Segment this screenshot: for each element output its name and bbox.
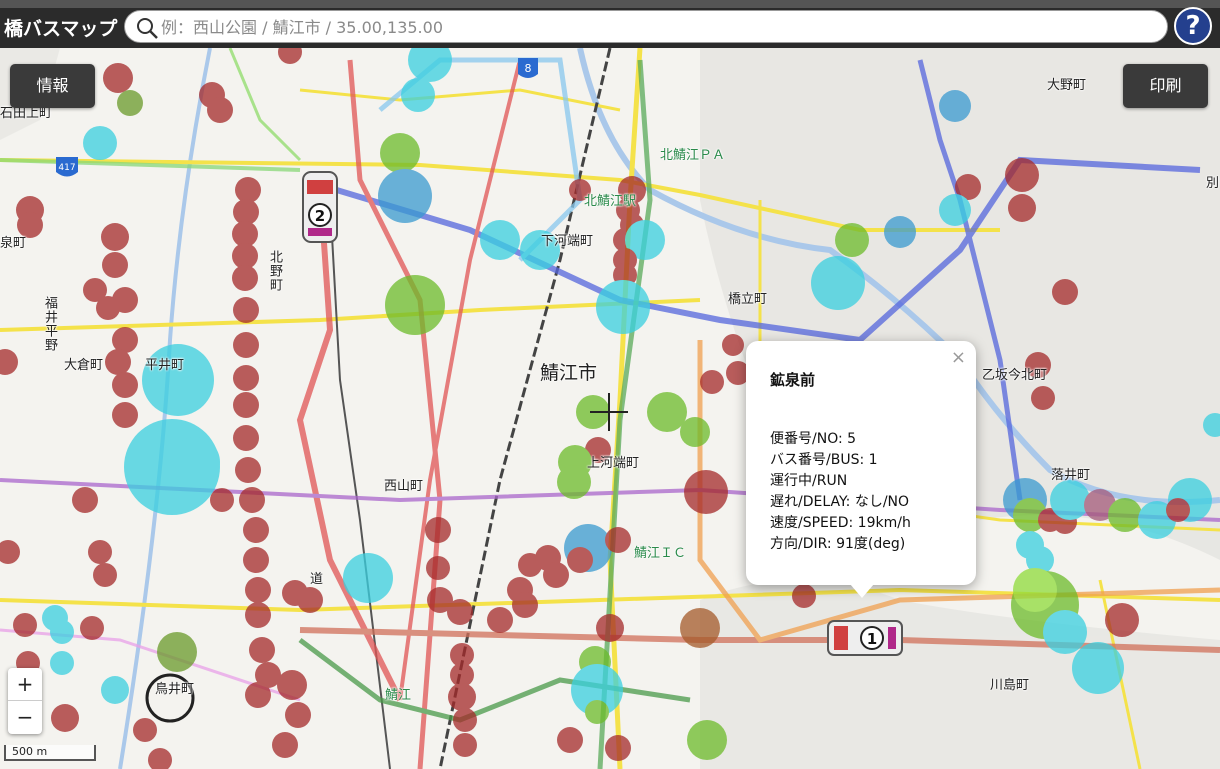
search-box[interactable]: [124, 10, 1168, 43]
popup-line-bus: バス番号/BUS: 1: [770, 452, 878, 468]
scale-bar: 500 m: [4, 745, 96, 761]
bus-marker-1-number: 1: [867, 630, 877, 648]
popup-details: 便番号/NO: 5 バス番号/BUS: 1 運行中/RUN 遅れ/DELAY: …: [770, 429, 911, 555]
popup-line-dir: 方向/DIR: 91度(deg): [770, 536, 906, 552]
label-fukui-hirano: 福井平野: [42, 296, 57, 352]
label-nishiyama: 西山町: [384, 479, 424, 494]
label-betsu: 別: [1206, 176, 1220, 191]
popup-line-run: 運行中/RUN: [770, 473, 848, 489]
app-title: 橋バスマップ: [4, 18, 118, 40]
label-kawashima: 川島町: [990, 678, 1030, 693]
popup-line-no: 便番号/NO: 5: [770, 431, 857, 447]
label-sabae-ic: 鯖江ＩＣ: [634, 546, 687, 561]
label-kitano: 北野町: [267, 250, 282, 292]
label-michi: 道: [310, 572, 324, 587]
label-ohno: 大野町: [1047, 78, 1087, 93]
label-kitasabae-station: 北鯖江駅: [584, 194, 637, 209]
popup-line-delay: 遅れ/DELAY: なし/NO: [770, 494, 910, 510]
search-icon: [137, 18, 158, 39]
label-otsusaka: 乙坂今北町: [982, 368, 1048, 383]
bus-stop-popup: × 鉱泉前 便番号/NO: 5 バス番号/BUS: 1 運行中/RUN 遅れ/D…: [746, 341, 976, 598]
route-8-label: 8: [525, 62, 532, 75]
label-hirai: 平井町: [145, 358, 185, 373]
route-417-label: 417: [58, 163, 75, 173]
bus-marker-2-number: 2: [315, 207, 325, 225]
map-canvas[interactable]: 2 1 8 417 石田上町 大野町 北鯖江ＰＡ 北鯖江駅 下河端町 泉町 北野…: [0, 48, 1220, 769]
label-izumi: 泉町: [0, 236, 27, 251]
label-shimokawabata: 下河端町: [541, 234, 594, 249]
label-okura: 大倉町: [64, 358, 104, 373]
popup-line-speed: 速度/SPEED: 19km/h: [770, 515, 911, 531]
zoom-in-button[interactable]: +: [8, 668, 42, 701]
label-kitasabae-pa: 北鯖江ＰＡ: [660, 148, 726, 163]
popup-title: 鉱泉前: [770, 371, 816, 389]
zoom-out-button[interactable]: −: [8, 701, 42, 733]
print-button[interactable]: 印刷: [1123, 64, 1208, 108]
label-kamikawabata: 上河端町: [587, 456, 640, 471]
map-layer: 2 1 8 417: [0, 48, 1220, 769]
bus-marker-1[interactable]: [827, 620, 903, 656]
top-bar: 橋バスマップ ?: [0, 0, 1220, 48]
popup-close-button[interactable]: ×: [951, 347, 966, 368]
info-button[interactable]: 情報: [10, 64, 95, 108]
label-tachimachi: 橋立町: [728, 292, 768, 307]
search-input[interactable]: [159, 14, 1153, 41]
label-sabae-city: 鯖江市: [540, 362, 598, 384]
label-sabae-station: 鯖江: [385, 688, 412, 703]
zoom-control: + −: [8, 668, 42, 734]
label-ochii: 落井町: [1051, 468, 1091, 483]
label-torii: 鳥井町: [155, 682, 195, 697]
help-button[interactable]: ?: [1174, 7, 1212, 45]
popup-pointer: [850, 584, 874, 598]
